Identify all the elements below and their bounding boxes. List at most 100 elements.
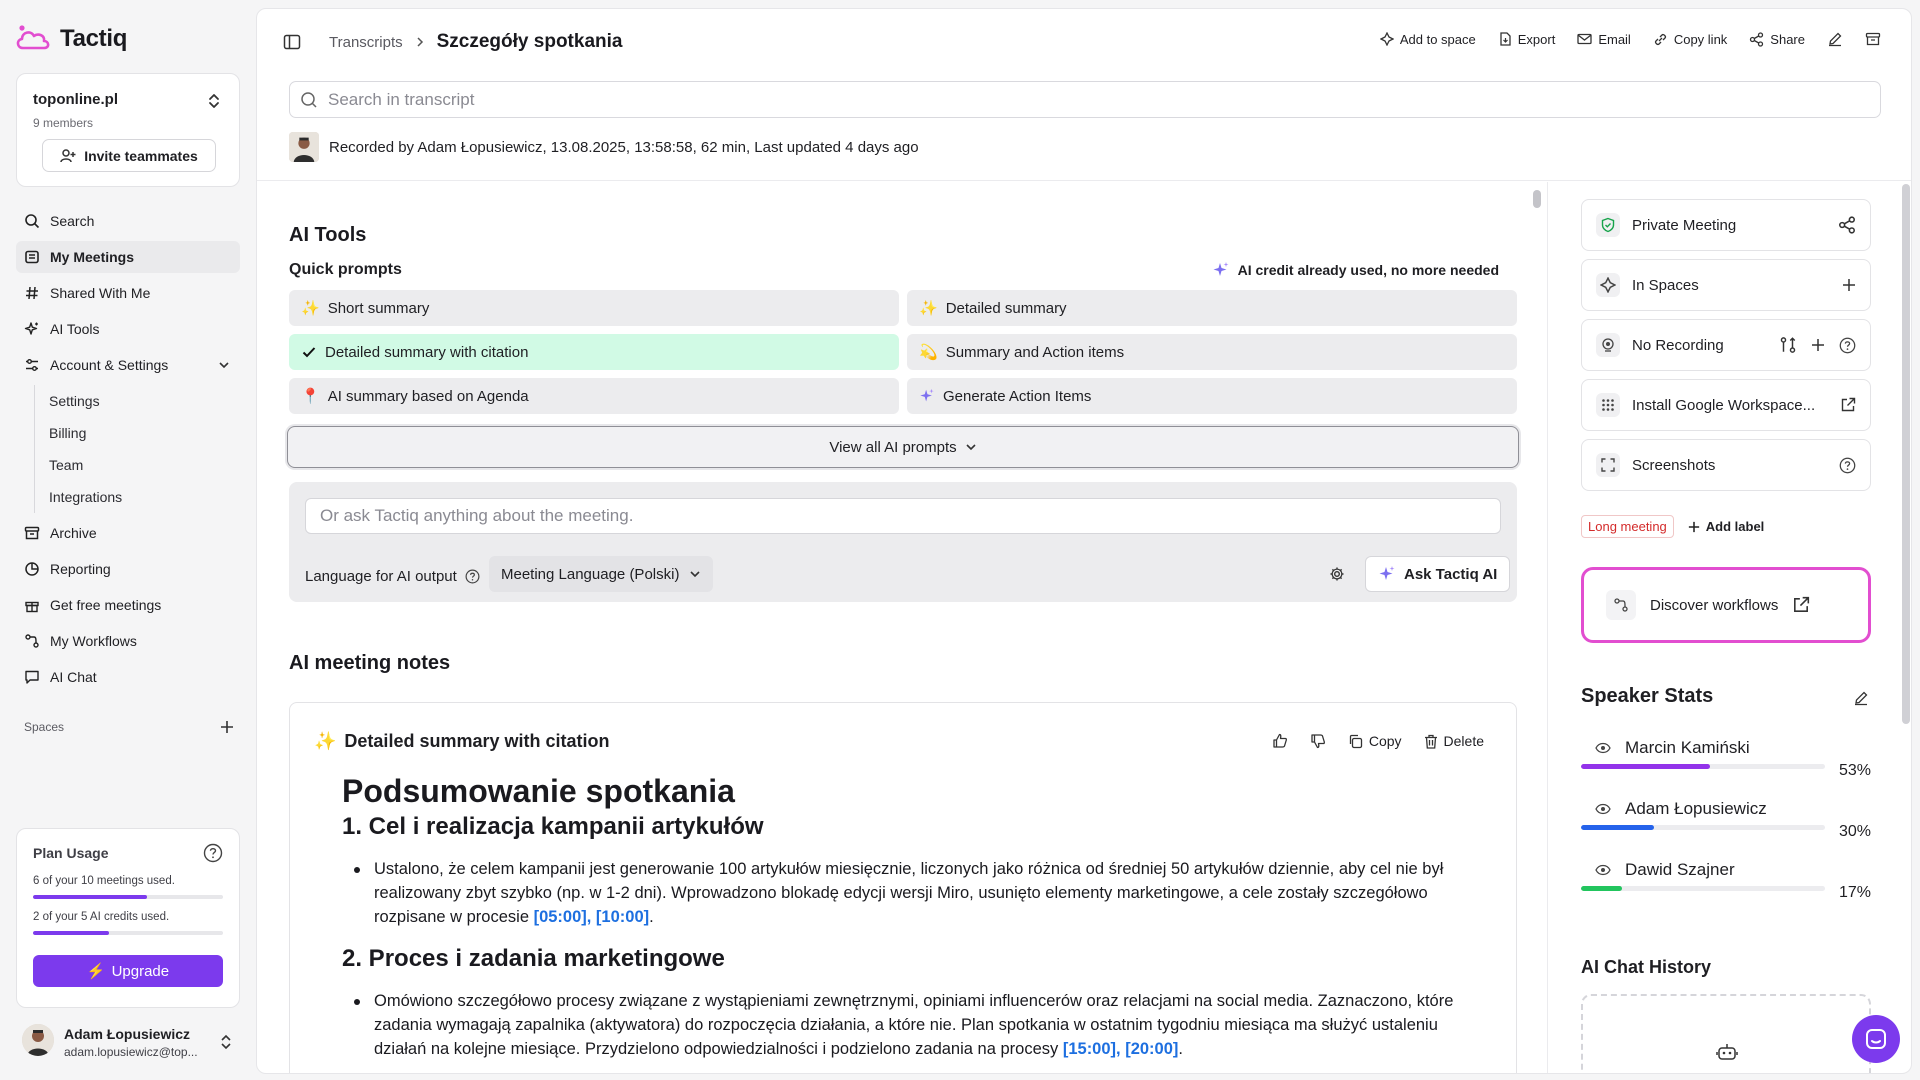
prompt-detailed-summary-citation[interactable]: Detailed summary with citation xyxy=(289,334,899,370)
help-icon[interactable] xyxy=(465,569,480,584)
notes-card: ✨ Detailed summary with citation Copy De… xyxy=(289,702,1517,1073)
nav-account-settings[interactable]: Account & Settings xyxy=(16,349,240,381)
nav-settings[interactable]: Settings xyxy=(49,385,240,417)
nav-my-workflows[interactable]: My Workflows xyxy=(16,625,240,657)
gear-icon[interactable] xyxy=(1329,566,1345,582)
bullet-period: . xyxy=(1178,1040,1183,1058)
nav-reporting[interactable]: Reporting xyxy=(16,553,240,585)
workspace-switch-icon[interactable] xyxy=(207,92,221,110)
speaker-bar xyxy=(1581,886,1825,891)
labels-row: Long meeting Add label xyxy=(1581,515,1764,538)
content-scrollbar[interactable] xyxy=(1533,190,1541,208)
upgrade-button[interactable]: ⚡ Upgrade xyxy=(33,955,223,987)
no-recording-card[interactable]: No Recording xyxy=(1581,319,1871,371)
recording-info: Recorded by Adam Łopusiewicz, 13.08.2025… xyxy=(289,132,919,162)
add-label-button[interactable]: Add label xyxy=(1688,519,1764,534)
eye-icon[interactable] xyxy=(1595,803,1611,815)
nav-team[interactable]: Team xyxy=(49,449,240,481)
robot-icon xyxy=(1716,1044,1738,1060)
language-select[interactable]: Meeting Language (Polski) xyxy=(489,556,714,592)
archive-box-icon[interactable] xyxy=(1865,31,1881,47)
private-meeting-card[interactable]: Private Meeting xyxy=(1581,199,1871,251)
share-button[interactable]: Share xyxy=(1749,32,1805,47)
screenshots-label: Screenshots xyxy=(1632,456,1716,474)
eye-icon[interactable] xyxy=(1595,742,1611,754)
speaker-row: Adam Łopusiewicz 30% xyxy=(1581,799,1871,849)
ask-tactiq-ai-button[interactable]: Ask Tactiq AI xyxy=(1365,556,1511,592)
settings-sliders-icon xyxy=(26,359,38,371)
copy-notes-button[interactable]: Copy xyxy=(1348,733,1402,749)
nav-label: Shared With Me xyxy=(50,285,151,301)
search-input[interactable] xyxy=(328,89,1828,110)
prompt-short-summary[interactable]: ✨ Short summary xyxy=(289,290,899,326)
prompt-summary-action-items[interactable]: 💫 Summary and Action items xyxy=(907,334,1517,370)
ask-ai-input[interactable]: Or ask Tactiq anything about the meeting… xyxy=(305,498,1501,534)
nav-integrations[interactable]: Integrations xyxy=(49,481,240,513)
in-spaces-card[interactable]: In Spaces xyxy=(1581,259,1871,311)
nav-my-meetings[interactable]: My Meetings xyxy=(16,241,240,273)
chevron-down-icon xyxy=(219,362,229,369)
notes-bullet: Ustalono, że celem kampanii jest generow… xyxy=(342,857,1482,929)
prompt-label: Short summary xyxy=(327,299,430,317)
support-chat-button[interactable] xyxy=(1852,1015,1900,1063)
nav-archive[interactable]: Archive xyxy=(16,517,240,549)
prompt-detailed-summary[interactable]: ✨ Detailed summary xyxy=(907,290,1517,326)
nav-search[interactable]: Search xyxy=(16,205,240,237)
eye-icon[interactable] xyxy=(1595,864,1611,876)
add-space-icon[interactable] xyxy=(220,720,234,734)
sidebar-toggle-icon[interactable] xyxy=(283,33,301,51)
share-icon[interactable] xyxy=(1838,216,1856,234)
breadcrumb-transcripts[interactable]: Transcripts xyxy=(329,34,403,51)
export-label: Export xyxy=(1517,31,1556,47)
discover-workflows-card[interactable]: Discover workflows xyxy=(1581,567,1871,643)
header-actions: Add to space Export Email Copy link Shar… xyxy=(1379,31,1881,47)
export-button[interactable]: Export xyxy=(1498,31,1556,47)
help-icon[interactable] xyxy=(203,843,223,863)
sparkles-emoji-icon: ✨ xyxy=(314,731,337,751)
prompt-label: Summary and Action items xyxy=(945,343,1125,361)
transcript-search[interactable] xyxy=(289,81,1881,118)
plus-icon[interactable] xyxy=(1842,278,1856,292)
email-button[interactable]: Email xyxy=(1577,32,1631,47)
thumbs-up-icon[interactable] xyxy=(1272,733,1288,749)
notes-card-title: Detailed summary with citation xyxy=(344,731,610,751)
chevron-updown-icon[interactable] xyxy=(220,1034,232,1050)
language-value: Meeting Language (Polski) xyxy=(501,565,680,583)
thumbs-down-icon[interactable] xyxy=(1310,733,1326,749)
screenshots-card[interactable]: Screenshots xyxy=(1581,439,1871,491)
nav-shared-with-me[interactable]: Shared With Me xyxy=(16,277,240,309)
right-panel-scrollbar[interactable] xyxy=(1902,184,1910,724)
main-nav: Search My Meetings Shared With Me AI Too… xyxy=(16,205,240,697)
credit-note: AI credit already used, no more needed xyxy=(1212,261,1499,279)
prompt-ai-summary-agenda[interactable]: 📍 AI summary based on Agenda xyxy=(289,378,899,414)
nav-ai-chat[interactable]: AI Chat xyxy=(16,661,240,693)
edit-pencil-icon[interactable] xyxy=(1853,690,1869,706)
citation-link[interactable]: [15:00], [20:00] xyxy=(1063,1040,1179,1058)
invite-teammates-button[interactable]: Invite teammates xyxy=(42,139,216,172)
app-logo[interactable]: Tactiq xyxy=(14,22,127,56)
add-to-space-button[interactable]: Add to space xyxy=(1379,32,1476,47)
view-all-prompts-button[interactable]: View all AI prompts xyxy=(287,426,1519,468)
speaker-percent: 53% xyxy=(1838,762,1871,779)
nav-ai-tools[interactable]: AI Tools xyxy=(16,313,240,345)
speaker-percent: 17% xyxy=(1838,884,1871,901)
file-export-icon xyxy=(1500,32,1511,46)
spaces-header: Spaces xyxy=(24,720,234,734)
help-icon[interactable] xyxy=(1839,337,1856,354)
long-meeting-label[interactable]: Long meeting xyxy=(1581,515,1674,538)
spaces-icon xyxy=(1596,273,1620,297)
workflow-icon[interactable] xyxy=(1779,336,1797,354)
plus-icon[interactable] xyxy=(1811,338,1825,352)
user-profile[interactable]: Adam Łopusiewicz adam.lopusiewicz@top... xyxy=(22,1024,240,1064)
copy-link-button[interactable]: Copy link xyxy=(1653,32,1727,47)
edit-pencil-icon[interactable] xyxy=(1827,31,1843,47)
citation-link[interactable]: [05:00], [10:00] xyxy=(534,908,650,926)
nav-label: Account & Settings xyxy=(50,357,169,373)
install-google-workspace-card[interactable]: Install Google Workspace... xyxy=(1581,379,1871,431)
external-link-icon[interactable] xyxy=(1840,397,1856,413)
delete-notes-button[interactable]: Delete xyxy=(1424,733,1484,749)
help-icon[interactable] xyxy=(1839,457,1856,474)
prompt-generate-action-items[interactable]: Generate Action Items xyxy=(907,378,1517,414)
nav-get-free-meetings[interactable]: Get free meetings xyxy=(16,589,240,621)
nav-billing[interactable]: Billing xyxy=(49,417,240,449)
